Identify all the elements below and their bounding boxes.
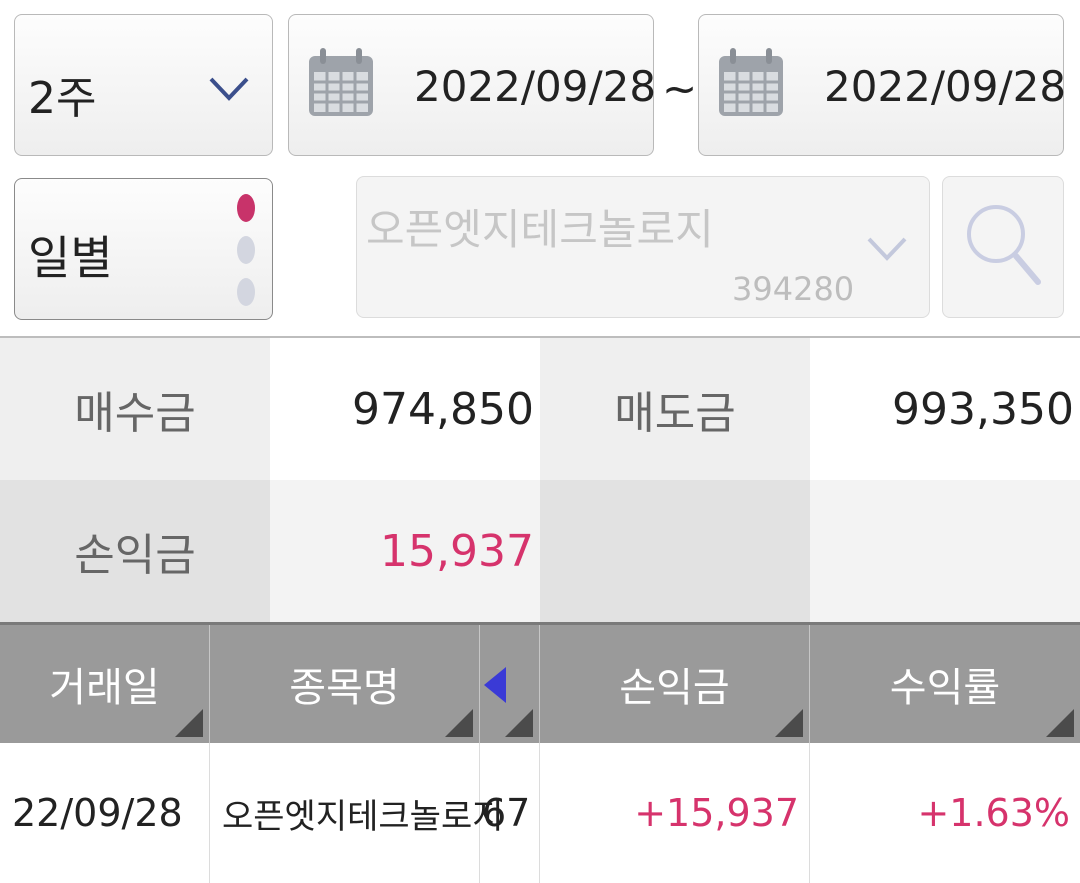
pnl-value: 15,937 [270, 480, 540, 622]
interval-dot [237, 236, 255, 264]
sort-corner-icon [775, 709, 803, 737]
row-trade-date: 22/09/28 [0, 743, 210, 883]
row-stock-name: 오픈엣지테크놀로지 [210, 743, 504, 883]
sort-corner-icon [445, 709, 473, 737]
interval-dot [237, 278, 255, 306]
header-trade-date[interactable]: 거래일 [0, 625, 210, 743]
sort-corner-icon [175, 709, 203, 737]
chevron-down-icon [867, 237, 907, 261]
sort-corner-icon [1046, 709, 1074, 737]
empty-cell [540, 480, 810, 622]
interval-dot-active [237, 194, 255, 222]
period-select-value: 2주 [28, 73, 97, 124]
buy-amount-value: 974,850 [270, 338, 540, 480]
scroll-left-icon [484, 667, 506, 703]
table-row[interactable]: 22/09/28 오픈엣지테크놀로지 67 +15,937 +1.63% [0, 743, 1080, 883]
header-stock-name-label: 종목명 [289, 665, 400, 711]
end-date-value: 2022/09/28 [824, 62, 1067, 111]
chevron-down-icon [209, 77, 249, 101]
header-trade-date-label: 거래일 [49, 665, 160, 711]
header-return-rate[interactable]: 수익률 [810, 625, 1080, 743]
buy-amount-label: 매수금 [0, 338, 270, 480]
search-icon [967, 205, 1041, 285]
row-return-rate: +1.63% [917, 791, 1070, 835]
pnl-label: 손익금 [0, 480, 270, 622]
empty-cell [810, 480, 1080, 622]
header-return-rate-label: 수익률 [889, 665, 1001, 711]
header-stock-name[interactable]: 종목명 [210, 625, 480, 743]
row-pnl: +15,937 [540, 743, 810, 883]
row-quantity: 67 [480, 743, 540, 883]
sell-amount-value: 993,350 [810, 338, 1080, 480]
calendar-icon [309, 48, 373, 116]
scroll-left-button[interactable] [480, 625, 540, 743]
header-pnl-label: 손익금 [619, 665, 730, 711]
stock-select-name: 오픈엣지테크놀로지 [366, 205, 714, 254]
start-date-value: 2022/09/28 [414, 62, 657, 111]
header-pnl[interactable]: 손익금 [540, 625, 810, 743]
calendar-icon [719, 48, 783, 116]
interval-toggle-value: 일별 [28, 231, 113, 285]
sell-amount-label: 매도금 [540, 338, 810, 480]
stock-select-code: 394280 [732, 270, 855, 308]
date-separator: ~ [662, 64, 698, 113]
sort-corner-icon [505, 709, 533, 737]
